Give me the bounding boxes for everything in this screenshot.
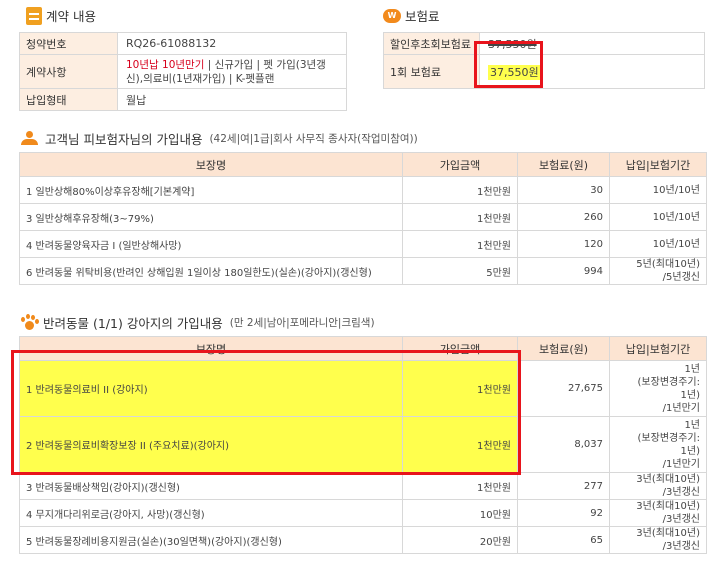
- customer-subtitle: (42세|여|1급|회사 사무직 종사자(작업미참여)): [209, 133, 418, 145]
- contract-row-payment: 납입형태 월납: [19, 88, 347, 111]
- coverage-amount: 10만원: [402, 499, 518, 527]
- won-icon: W: [383, 8, 401, 23]
- contract-terms-value: 10년납 10년만기 | 신규가입 | 펫 가입(3년갱신),의료비(1년재가입…: [117, 54, 347, 89]
- coverage-period: 5년(최대10년) /5년갱신: [609, 257, 707, 285]
- coverage-period-line: 1년: [684, 419, 700, 431]
- contract-section-title: 계약 내용: [26, 6, 96, 25]
- coverage-name: 4 무지개다리위로금(강아지, 사망)(갱신형): [19, 499, 403, 527]
- coverage-name: 4 반려동물양육자금 I (일반상해사망): [19, 230, 403, 258]
- contract-title: 계약 내용: [46, 9, 96, 24]
- coverage-period-line: 1년): [680, 389, 700, 401]
- coverage-period-line: 3년(최대10년): [636, 528, 700, 539]
- document-icon: [26, 6, 42, 25]
- coverage-period: 10년/10년: [609, 176, 707, 204]
- pet-medical-highlight-box: [11, 350, 521, 475]
- person-icon: [19, 130, 41, 147]
- contract-table: 청약번호 RQ26-61088132 계약사항 10년납 10년만기 | 신규가…: [19, 32, 347, 111]
- discounted-premium-label: 할인후초회보험료: [383, 32, 480, 55]
- coverage-period-line: (보장변경주기:: [637, 376, 700, 388]
- coverage-period: 10년/10년: [609, 230, 707, 258]
- coverage-period-line: 10년/10년: [652, 184, 700, 196]
- coverage-name: 3 반려동물배상책임(강아지)(갱신형): [19, 472, 403, 500]
- coverage-period-line: 3년(최대10년): [636, 501, 700, 512]
- coverage-row: 4 반려동물양육자금 I (일반상해사망) 1천만원 120 10년/10년: [19, 230, 707, 258]
- customer-title: 고객님 피보험자님의 가입내용: [45, 132, 203, 147]
- customer-section-title: 고객님 피보험자님의 가입내용 (42세|여|1급|회사 사무직 종사자(작업미…: [19, 129, 418, 148]
- contract-row-number: 청약번호 RQ26-61088132: [19, 32, 347, 55]
- coverage-row: 4 무지개다리위로금(강아지, 사망)(갱신형) 10만원 92 3년(최대10년) /…: [19, 499, 707, 527]
- paw-icon: [19, 314, 39, 331]
- pet-subtitle: (만 2세|남아|포메라니안|크림색): [229, 317, 375, 329]
- header-amount: 가입금액: [402, 152, 518, 177]
- coverage-period-line: /1년만기: [662, 402, 700, 414]
- contract-number-value: RQ26-61088132: [117, 32, 347, 55]
- coverage-premium: 27,675: [517, 360, 610, 417]
- coverage-period: 10년/10년: [609, 203, 707, 231]
- coverage-period: 1년 (보장변경주기: 1년)/1년만기: [609, 416, 707, 473]
- coverage-premium: 260: [517, 203, 610, 231]
- coverage-name: 3 일반상해후유장해(3~79%): [19, 203, 403, 231]
- coverage-period: 3년(최대10년) /3년갱신: [609, 499, 707, 527]
- coverage-period-line: 1년): [680, 445, 700, 457]
- contract-terms-label: 계약사항: [19, 54, 118, 89]
- premium-row-discounted: 할인후초회보험료 37,550원: [383, 32, 705, 55]
- coverage-row: 3 일반상해후유장해(3~79%) 1천만원 260 10년/10년: [19, 203, 707, 231]
- coverage-period-line: 3년(최대10년): [636, 474, 700, 485]
- header-coverage-name: 보장명: [19, 152, 403, 177]
- coverage-period-line: /3년갱신: [662, 514, 700, 525]
- header-premium: 보험료(원): [517, 152, 610, 177]
- coverage-period-line: /1년만기: [662, 458, 700, 470]
- coverage-amount: 1천만원: [402, 230, 518, 258]
- coverage-row: 6 반려동물 위탁비용(반려인 상해입원 1일이상 180일한도)(실손)(강아…: [19, 257, 707, 285]
- coverage-period-line: 10년/10년: [652, 238, 700, 250]
- payment-type-value: 월납: [117, 88, 347, 111]
- coverage-period-line: (보장변경주기:: [637, 432, 700, 444]
- coverage-period: 3년(최대10년) /3년갱신: [609, 526, 707, 554]
- coverage-premium: 277: [517, 472, 610, 500]
- coverage-premium: 92: [517, 499, 610, 527]
- coverage-premium: 65: [517, 526, 610, 554]
- contract-number-label: 청약번호: [19, 32, 118, 55]
- coverage-period-line: 1년: [684, 363, 700, 375]
- coverage-amount: 20만원: [402, 526, 518, 554]
- coverage-amount: 1천만원: [402, 176, 518, 204]
- coverage-name: 1 일반상해80%이상후유장해[기본계약]: [19, 176, 403, 204]
- premium-row-first: 1회 보험료 37,550원: [383, 54, 705, 89]
- coverage-premium: 120: [517, 230, 610, 258]
- coverage-period-line: 5년(최대10년): [636, 259, 700, 270]
- coverage-name: 5 반려동물장례비용지원금(실손)(30일면책)(강아지)(갱신형): [19, 526, 403, 554]
- coverage-period-line: /5년갱신: [662, 272, 700, 283]
- coverage-amount: 5만원: [402, 257, 518, 285]
- pet-section-title: 반려동물 (1/1) 강아지의 가입내용 (만 2세|남아|포메라니안|크림색): [19, 313, 375, 332]
- coverage-period: 1년 (보장변경주기: 1년)/1년만기: [609, 360, 707, 417]
- coverage-name: 6 반려동물 위탁비용(반려인 상해입원 1일이상 180일한도)(실손)(강아…: [19, 257, 403, 285]
- pet-header-period: 납입|보험기간: [609, 336, 707, 361]
- coverage-period: 3년(최대10년) /3년갱신: [609, 472, 707, 500]
- payment-type-label: 납입형태: [19, 88, 118, 111]
- coverage-premium: 30: [517, 176, 610, 204]
- coverage-premium: 994: [517, 257, 610, 285]
- coverage-premium: 8,037: [517, 416, 610, 473]
- premium-title: 보험료: [405, 9, 440, 24]
- header-period: 납입|보험기간: [609, 152, 707, 177]
- coverage-amount: 1천만원: [402, 203, 518, 231]
- premium-highlight-box: [474, 41, 543, 88]
- coverage-period-line: 10년/10년: [652, 211, 700, 223]
- premium-table: 할인후초회보험료 37,550원 1회 보험료 37,550원: [383, 32, 705, 89]
- coverage-amount: 1천만원: [402, 472, 518, 500]
- contract-terms-period: 10년납 10년만기: [126, 58, 205, 71]
- coverage-row: 5 반려동물장례비용지원금(실손)(30일면책)(강아지)(갱신형) 20만원 65…: [19, 526, 707, 554]
- coverage-row: 1 일반상해80%이상후유장해[기본계약] 1천만원 30 10년/10년: [19, 176, 707, 204]
- coverage-period-line: /3년갱신: [662, 487, 700, 498]
- premium-section-title: W 보험료: [383, 6, 440, 25]
- contract-row-terms: 계약사항 10년납 10년만기 | 신규가입 | 펫 가입(3년갱신),의료비(…: [19, 54, 347, 89]
- first-premium-label: 1회 보험료: [383, 54, 480, 89]
- coverage-row: 3 반려동물배상책임(강아지)(갱신형) 1천만원 277 3년(최대10년) /3년갱…: [19, 472, 707, 500]
- customer-header-row: 보장명 가입금액 보험료(원) 납입|보험기간: [19, 152, 707, 177]
- pet-header-premium: 보험료(원): [517, 336, 610, 361]
- customer-coverage-table: 보장명 가입금액 보험료(원) 납입|보험기간 1 일반상해80%이상후유장해[…: [19, 152, 707, 285]
- pet-title: 반려동물 (1/1) 강아지의 가입내용: [43, 316, 223, 331]
- coverage-period-line: /3년갱신: [662, 541, 700, 552]
